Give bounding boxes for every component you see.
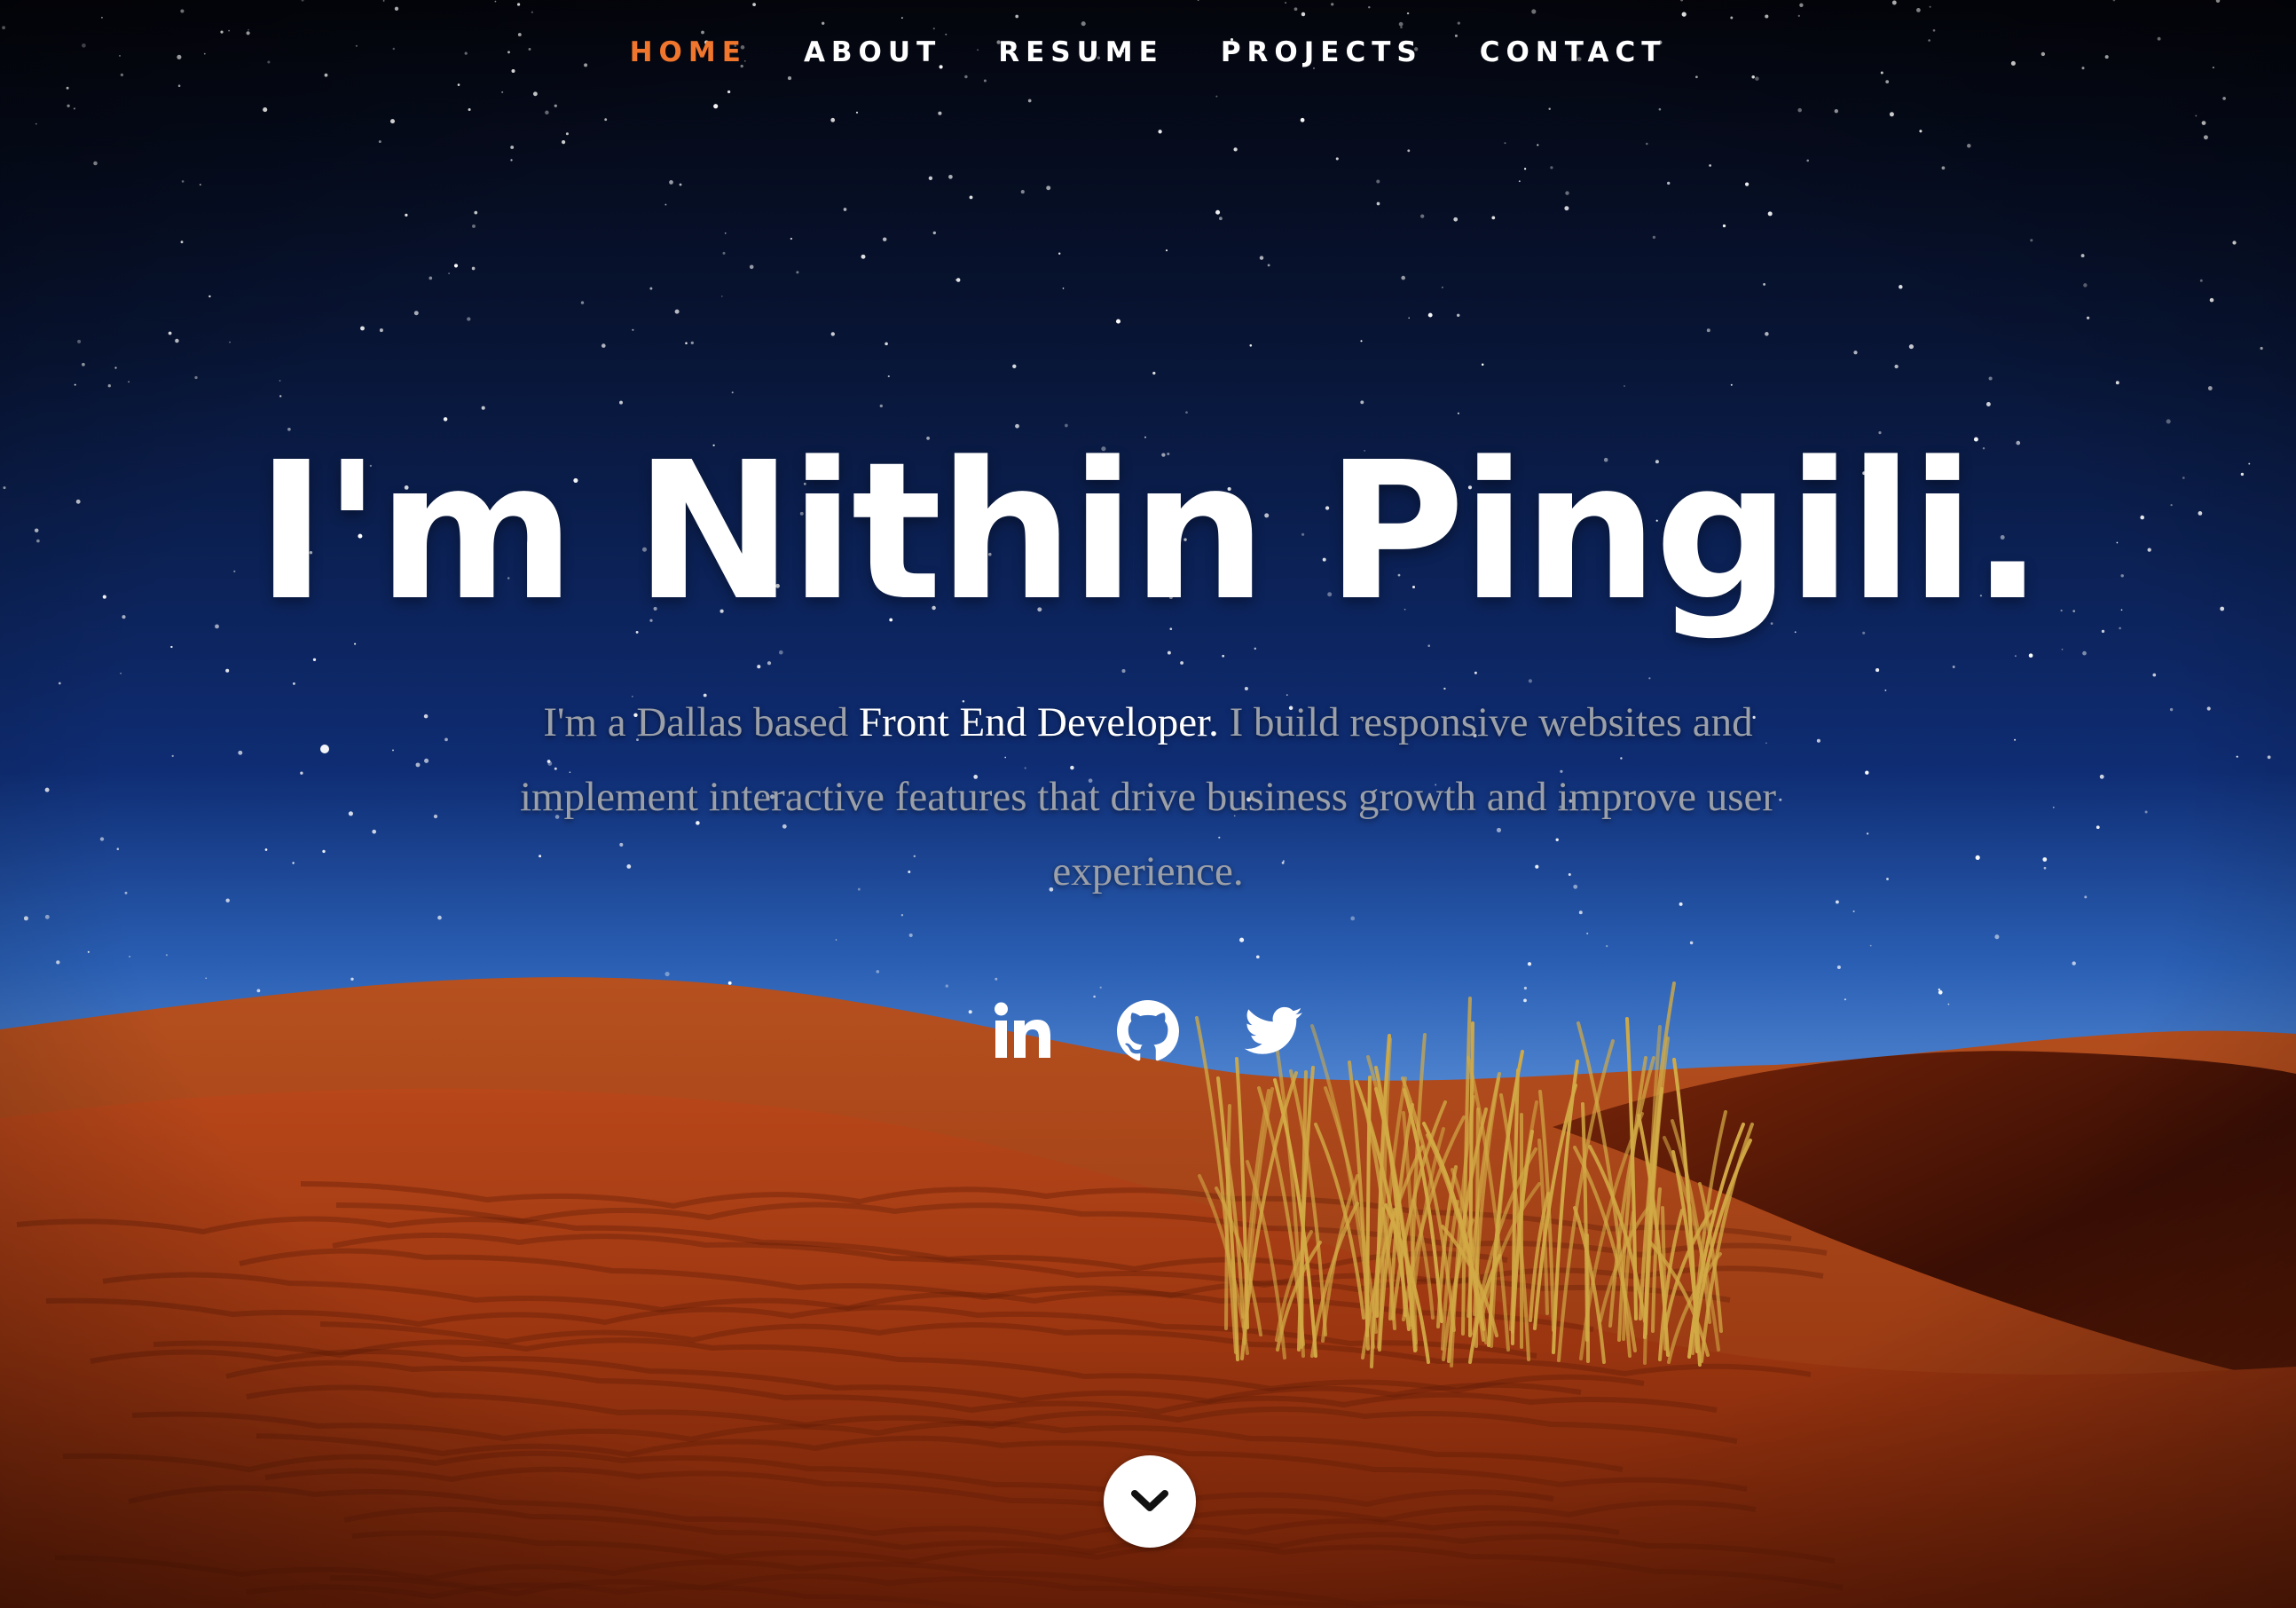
twitter-icon [1245, 1006, 1302, 1054]
nav-link-home[interactable]: HOME [630, 30, 747, 75]
linkedin-icon [995, 1002, 1050, 1058]
hero-page: HOME ABOUT RESUME PROJECTS CONTACT I'm N… [0, 0, 2296, 1608]
hero-title: I'm Nithin Pingili. [256, 422, 2043, 642]
main-nav: HOME ABOUT RESUME PROJECTS CONTACT [0, 30, 2296, 75]
twitter-link[interactable] [1238, 996, 1309, 1067]
linkedin-link[interactable] [987, 996, 1058, 1067]
nav-link-resume[interactable]: RESUME [998, 30, 1164, 75]
github-icon [1117, 1000, 1179, 1061]
chevron-down-icon [1131, 1490, 1168, 1511]
github-link[interactable] [1113, 996, 1183, 1067]
hero-intro-prefix: I'm a Dallas based [543, 699, 859, 745]
nav-link-contact[interactable]: CONTACT [1480, 30, 1667, 75]
nav-link-about[interactable]: ABOUT [804, 30, 941, 75]
hero-intro-highlight: Front End Developer. [858, 699, 1219, 745]
nav-link-projects[interactable]: PROJECTS [1221, 30, 1423, 75]
hero-description: I'm a Dallas based Front End Developer. … [483, 685, 1813, 909]
scroll-down-button[interactable] [1104, 1455, 1196, 1548]
social-links [0, 996, 2296, 1067]
